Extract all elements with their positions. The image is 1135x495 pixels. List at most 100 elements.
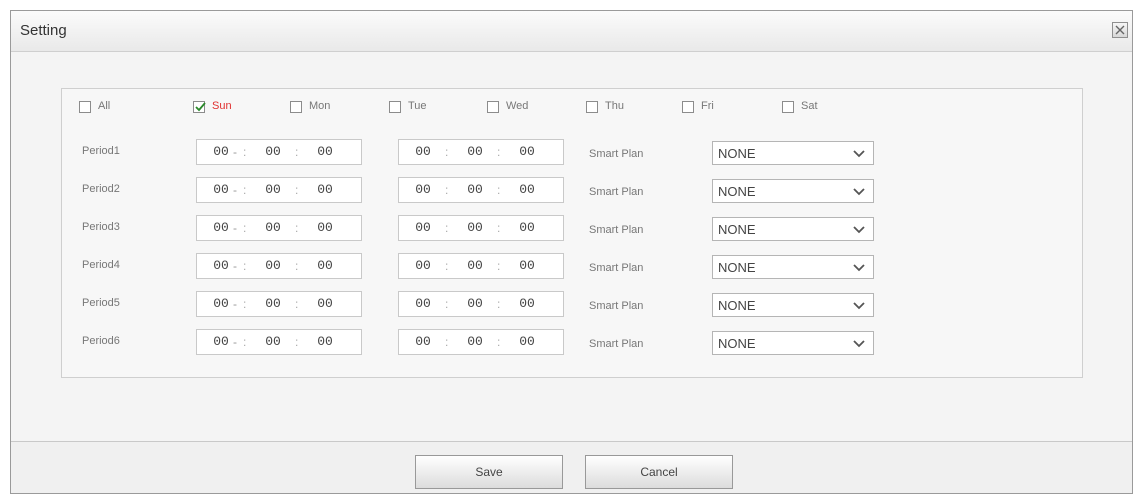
end-time-segment[interactable]: 00 xyxy=(513,144,541,160)
start-time-input: 00:00:00 xyxy=(196,291,362,317)
end-time-input: 00:00:00 xyxy=(398,177,564,203)
day-label: Fri xyxy=(701,100,714,112)
start-time-segment[interactable]: 00 xyxy=(311,182,339,198)
start-time-segment[interactable]: 00 xyxy=(311,296,339,312)
checkbox[interactable] xyxy=(782,101,794,113)
period-row: Period3 00:00:00-00:00:00 Smart Plan NONE xyxy=(62,215,1082,241)
checkbox[interactable] xyxy=(79,101,91,113)
start-time-segment[interactable]: 00 xyxy=(207,258,235,274)
setting-dialog: Setting All Sun Mon Tue Wed Thu Fri Sat … xyxy=(10,10,1133,494)
smart-plan-select[interactable]: NONE xyxy=(712,179,874,203)
time-colon: : xyxy=(295,259,299,273)
time-colon: : xyxy=(295,221,299,235)
end-time-segment[interactable]: 00 xyxy=(409,182,437,198)
time-colon: : xyxy=(295,297,299,311)
start-time-segment[interactable]: 00 xyxy=(259,182,287,198)
end-time-input: 00:00:00 xyxy=(398,215,564,241)
time-colon: : xyxy=(243,335,247,349)
end-time-segment[interactable]: 00 xyxy=(513,220,541,236)
start-time-segment[interactable]: 00 xyxy=(311,220,339,236)
start-time-segment[interactable]: 00 xyxy=(207,334,235,350)
save-button[interactable]: Save xyxy=(415,455,563,489)
end-time-segment[interactable]: 00 xyxy=(409,334,437,350)
period-label: Period6 xyxy=(82,335,120,347)
close-button[interactable] xyxy=(1112,22,1128,38)
range-dash: - xyxy=(233,145,237,159)
smart-plan-select[interactable]: NONE xyxy=(712,331,874,355)
day-selector: All Sun Mon Tue Wed Thu Fri Sat xyxy=(62,89,1082,125)
time-colon: : xyxy=(295,335,299,349)
end-time-segment[interactable]: 00 xyxy=(461,258,489,274)
end-time-segment[interactable]: 00 xyxy=(409,258,437,274)
checkbox[interactable] xyxy=(193,101,206,113)
start-time-segment[interactable]: 00 xyxy=(311,334,339,350)
end-time-segment[interactable]: 00 xyxy=(409,296,437,312)
smart-plan-value: NONE xyxy=(718,146,756,161)
start-time-input: 00:00:00 xyxy=(196,215,362,241)
end-time-segment[interactable]: 00 xyxy=(513,334,541,350)
start-time-segment[interactable]: 00 xyxy=(311,144,339,160)
close-icon xyxy=(1115,25,1125,35)
start-time-segment[interactable]: 00 xyxy=(259,258,287,274)
start-time-segment[interactable]: 00 xyxy=(259,144,287,160)
start-time-segment[interactable]: 00 xyxy=(207,182,235,198)
start-time-input: 00:00:00 xyxy=(196,177,362,203)
start-time-segment[interactable]: 00 xyxy=(259,334,287,350)
time-colon: : xyxy=(497,335,501,349)
checkbox[interactable] xyxy=(586,101,598,113)
end-time-input: 00:00:00 xyxy=(398,329,564,355)
chevron-down-icon xyxy=(853,340,865,348)
time-colon: : xyxy=(497,259,501,273)
end-time-segment[interactable]: 00 xyxy=(461,220,489,236)
smart-plan-value: NONE xyxy=(718,260,756,275)
start-time-segment[interactable]: 00 xyxy=(207,296,235,312)
end-time-segment[interactable]: 00 xyxy=(409,144,437,160)
checkbox[interactable] xyxy=(389,101,401,113)
day-label: Tue xyxy=(408,100,427,112)
end-time-segment[interactable]: 00 xyxy=(513,182,541,198)
time-colon: : xyxy=(445,335,449,349)
start-time-segment[interactable]: 00 xyxy=(311,258,339,274)
checkbox[interactable] xyxy=(682,101,694,113)
day-label: Thu xyxy=(605,100,624,112)
time-colon: : xyxy=(243,145,247,159)
end-time-segment[interactable]: 00 xyxy=(461,334,489,350)
chevron-down-icon xyxy=(853,188,865,196)
end-time-segment[interactable]: 00 xyxy=(461,296,489,312)
end-time-segment[interactable]: 00 xyxy=(513,296,541,312)
period-row: Period2 00:00:00-00:00:00 Smart Plan NONE xyxy=(62,177,1082,203)
end-time-segment[interactable]: 00 xyxy=(461,144,489,160)
smart-plan-label: Smart Plan xyxy=(589,148,644,160)
end-time-input: 00:00:00 xyxy=(398,139,564,165)
checkmark-icon xyxy=(195,102,206,112)
dialog-title: Setting xyxy=(20,22,67,39)
end-time-segment[interactable]: 00 xyxy=(409,220,437,236)
period-label: Period3 xyxy=(82,221,120,233)
start-time-segment[interactable]: 00 xyxy=(259,296,287,312)
checkbox[interactable] xyxy=(290,101,302,113)
dialog-footer: Save Cancel xyxy=(11,441,1132,493)
start-time-segment[interactable]: 00 xyxy=(207,144,235,160)
checkbox[interactable] xyxy=(487,101,499,113)
start-time-segment[interactable]: 00 xyxy=(207,220,235,236)
smart-plan-select[interactable]: NONE xyxy=(712,217,874,241)
start-time-segment[interactable]: 00 xyxy=(259,220,287,236)
time-colon: : xyxy=(243,221,247,235)
smart-plan-select[interactable]: NONE xyxy=(712,255,874,279)
smart-plan-select[interactable]: NONE xyxy=(712,293,874,317)
time-colon: : xyxy=(243,259,247,273)
end-time-segment[interactable]: 00 xyxy=(513,258,541,274)
day-label: Sun xyxy=(212,100,232,112)
smart-plan-select[interactable]: NONE xyxy=(712,141,874,165)
period-label: Period1 xyxy=(82,145,120,157)
smart-plan-label: Smart Plan xyxy=(589,262,644,274)
smart-plan-value: NONE xyxy=(718,222,756,237)
start-time-input: 00:00:00 xyxy=(196,253,362,279)
time-colon: : xyxy=(295,145,299,159)
range-dash: - xyxy=(233,183,237,197)
time-colon: : xyxy=(445,183,449,197)
end-time-segment[interactable]: 00 xyxy=(461,182,489,198)
day-label: Mon xyxy=(309,100,331,112)
cancel-button[interactable]: Cancel xyxy=(585,455,733,489)
chevron-down-icon xyxy=(853,150,865,158)
